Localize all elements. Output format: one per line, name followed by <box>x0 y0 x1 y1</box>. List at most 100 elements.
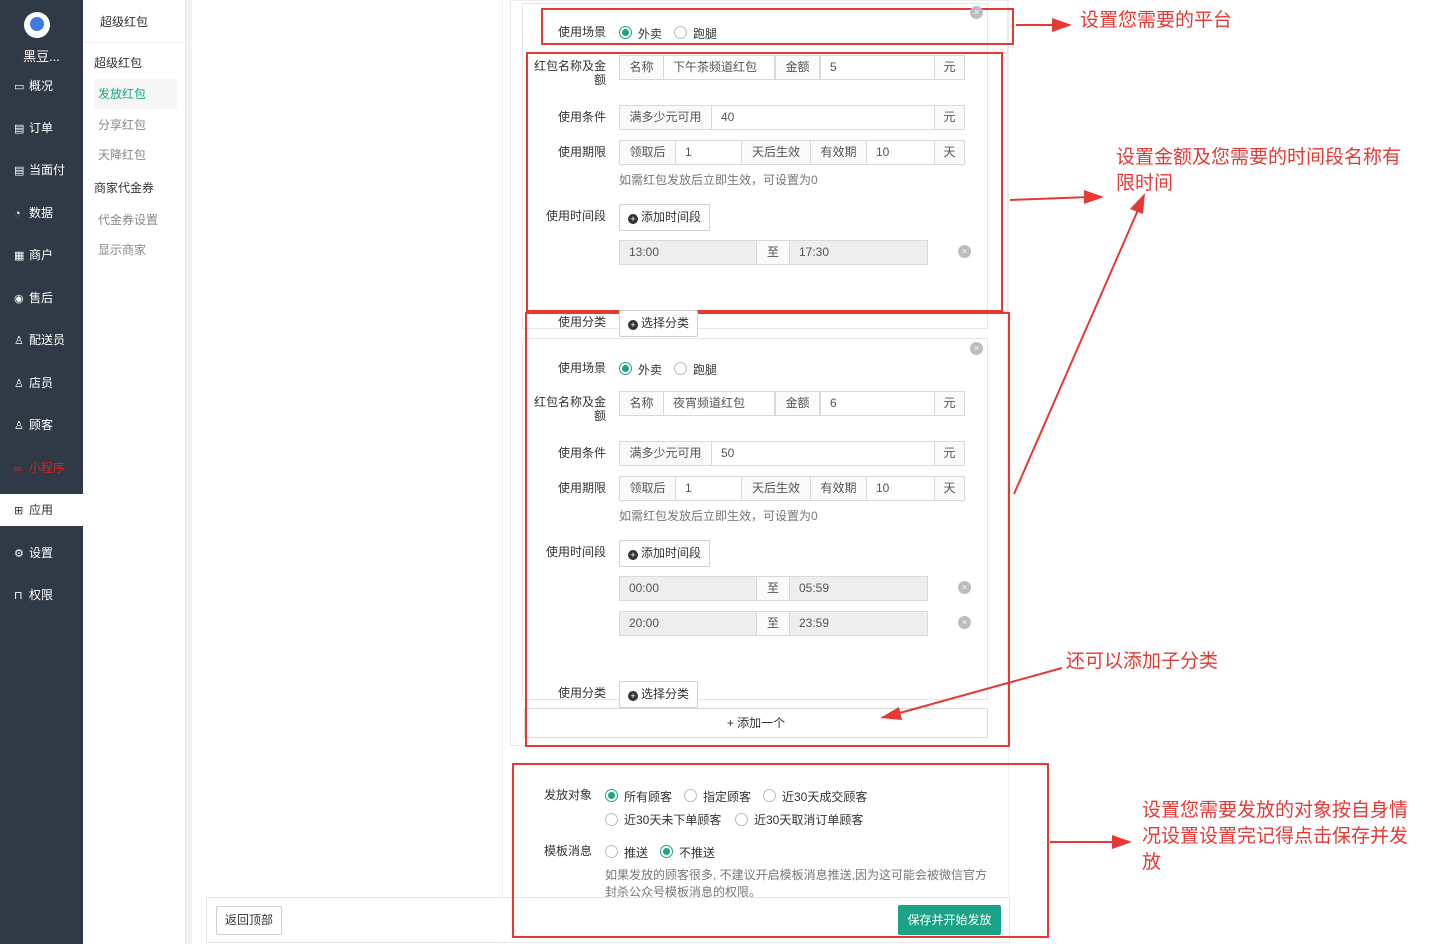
dashboard-icon: ▭ <box>14 81 25 93</box>
time-to-addon: 至 <box>756 611 790 636</box>
time-to-addon: 至 <box>756 240 790 265</box>
sidebar-item-8[interactable]: ♙ 顾客 <box>0 409 83 441</box>
lock-icon: ⊓ <box>14 590 23 602</box>
period-label: 使用期限 <box>557 481 606 495</box>
select-category-label: 选择分类 <box>641 687 690 701</box>
sidebar-item-0[interactable]: ▭ 概况 <box>0 70 83 102</box>
sidebar-item-label: 店员 <box>29 376 54 390</box>
packet-close-icon[interactable]: × <box>970 342 983 355</box>
sidebar-item-11[interactable]: ⚙ 设置 <box>0 537 83 569</box>
time-end-input[interactable]: 23:59 <box>789 611 928 636</box>
plus-circle-icon: + <box>628 320 638 330</box>
plus-circle-icon: + <box>628 691 638 701</box>
period-valid-prefix: 有效期 <box>810 476 867 501</box>
condition-label: 使用条件 <box>557 110 606 124</box>
annotation-platform: 设置您需要的平台 <box>1080 10 1233 31</box>
packet-name-input[interactable]: 下午茶频道红包 <box>663 55 775 80</box>
period-valid-input[interactable]: 10 <box>866 476 935 501</box>
period-hint: 如需红包发放后立即生效，可设置为0 <box>619 509 818 523</box>
name-amount-label: 红包名称及金额 <box>533 395 606 423</box>
time-label: 使用时间段 <box>545 545 606 559</box>
scene-radio-takeout[interactable] <box>619 26 632 39</box>
sidebar-item-10[interactable]: ⊞ 应用 <box>0 494 83 526</box>
annotation-amount-line-2: 限时间 <box>1116 173 1174 194</box>
sidebar-item-label: 数据 <box>29 206 54 220</box>
amount-unit: 元 <box>934 391 965 416</box>
period-after-input[interactable]: 1 <box>675 140 742 165</box>
sidebar-item-3[interactable]: ◔ 数据 <box>0 197 83 229</box>
sidebar-item-7[interactable]: ♙ 店员 <box>0 367 83 399</box>
time-end-input[interactable]: 05:59 <box>789 576 928 601</box>
packet-close-icon[interactable]: × <box>970 6 983 19</box>
packet-name-input[interactable]: 夜宵频道红包 <box>663 391 775 416</box>
data-icon: ◔ <box>14 208 21 220</box>
sidebar-item-label: 配送员 <box>29 333 66 347</box>
time-start-input[interactable]: 00:00 <box>619 576 757 601</box>
sidebar-item-label: 应用 <box>29 503 54 517</box>
add-time-button[interactable]: + 添加时间段 <box>619 204 711 231</box>
apps-icon: ⊞ <box>14 505 24 517</box>
condition-input[interactable]: 40 <box>711 105 935 130</box>
packet-amount-input[interactable]: 5 <box>820 55 935 80</box>
sidebar-item-5[interactable]: ◉ 售后 <box>0 282 83 314</box>
scene-option-errand[interactable]: 跑腿 <box>693 361 717 378</box>
annotation-target-line-3: 放 <box>1142 852 1162 873</box>
clerk-icon: ♙ <box>14 378 24 390</box>
period-valid-input[interactable]: 10 <box>866 140 935 165</box>
sidebar-item-label: 概况 <box>29 79 54 93</box>
sidebar-item-label: 当面付 <box>29 163 66 177</box>
category-label: 使用分类 <box>557 686 606 700</box>
after-sale-icon: ◉ <box>14 293 24 305</box>
time-end-input[interactable]: 17:30 <box>789 240 928 265</box>
scene-option-takeout[interactable]: 外卖 <box>638 361 662 378</box>
add-time-label: 添加时间段 <box>641 210 702 224</box>
pay-icon: ▤ <box>14 165 25 177</box>
time-remove-icon[interactable]: × <box>958 245 971 258</box>
settings-icon: ⚙ <box>14 548 24 560</box>
sidebar-item-label: 顾客 <box>29 418 54 432</box>
annotation-target-line-1: 设置您需要发放的对象按自身情 <box>1142 800 1409 821</box>
miniprogram-icon: ∞ <box>14 463 22 475</box>
period-effect-addon: 天后生效 <box>741 140 811 165</box>
name-prefix: 名称 <box>619 391 664 416</box>
sidebar-item-9[interactable]: ∞ 小程序 <box>0 452 83 484</box>
time-remove-icon[interactable]: × <box>958 616 971 629</box>
period-valid-prefix: 有效期 <box>810 140 867 165</box>
condition-prefix: 满多少元可用 <box>619 441 712 466</box>
time-remove-icon[interactable]: × <box>958 581 971 594</box>
time-start-input[interactable]: 13:00 <box>619 240 757 265</box>
sidebar-item-4[interactable]: ▦ 商户 <box>0 239 83 271</box>
scene-option-errand[interactable]: 跑腿 <box>693 25 717 42</box>
amount-unit: 元 <box>934 55 965 80</box>
period-day-unit: 天 <box>934 476 965 501</box>
scene-radio-errand[interactable] <box>674 26 687 39</box>
add-time-button[interactable]: + 添加时间段 <box>619 540 711 567</box>
sidebar-item-label: 订单 <box>29 121 54 135</box>
period-after-prefix: 领取后 <box>619 140 676 165</box>
sidebar-item-12[interactable]: ⊓ 权限 <box>0 579 83 611</box>
condition-label: 使用条件 <box>557 446 606 460</box>
scene-label: 使用场景 <box>557 25 606 39</box>
condition-input[interactable]: 50 <box>711 441 935 466</box>
select-category-button[interactable]: + 选择分类 <box>619 310 699 337</box>
scene-radio-takeout[interactable] <box>619 362 632 375</box>
scene-radio-errand[interactable] <box>674 362 687 375</box>
sidebar-item-1[interactable]: ▤ 订单 <box>0 112 83 144</box>
sidebar-item-label: 权限 <box>29 588 54 602</box>
period-day-unit: 天 <box>934 140 965 165</box>
time-start-input[interactable]: 20:00 <box>619 611 757 636</box>
sidebar-item-6[interactable]: ♙ 配送员 <box>0 324 83 356</box>
order-icon: ▤ <box>14 123 25 135</box>
annotation-amount-line-1: 设置金额及您需要的时间段名称有 <box>1116 147 1402 168</box>
period-after-input[interactable]: 1 <box>675 476 742 501</box>
condition-prefix: 满多少元可用 <box>619 105 712 130</box>
select-category-button[interactable]: + 选择分类 <box>619 681 699 708</box>
sidebar-item-2[interactable]: ▤ 当面付 <box>0 154 83 186</box>
annotation-target-line-2: 况设置设置完记得点击保存并发 <box>1142 826 1409 847</box>
time-label: 使用时间段 <box>545 209 606 223</box>
scene-option-takeout[interactable]: 外卖 <box>638 25 662 42</box>
packet-amount-input[interactable]: 6 <box>820 391 935 416</box>
period-label: 使用期限 <box>557 145 606 159</box>
period-effect-addon: 天后生效 <box>741 476 811 501</box>
courier-icon: ♙ <box>14 335 24 347</box>
